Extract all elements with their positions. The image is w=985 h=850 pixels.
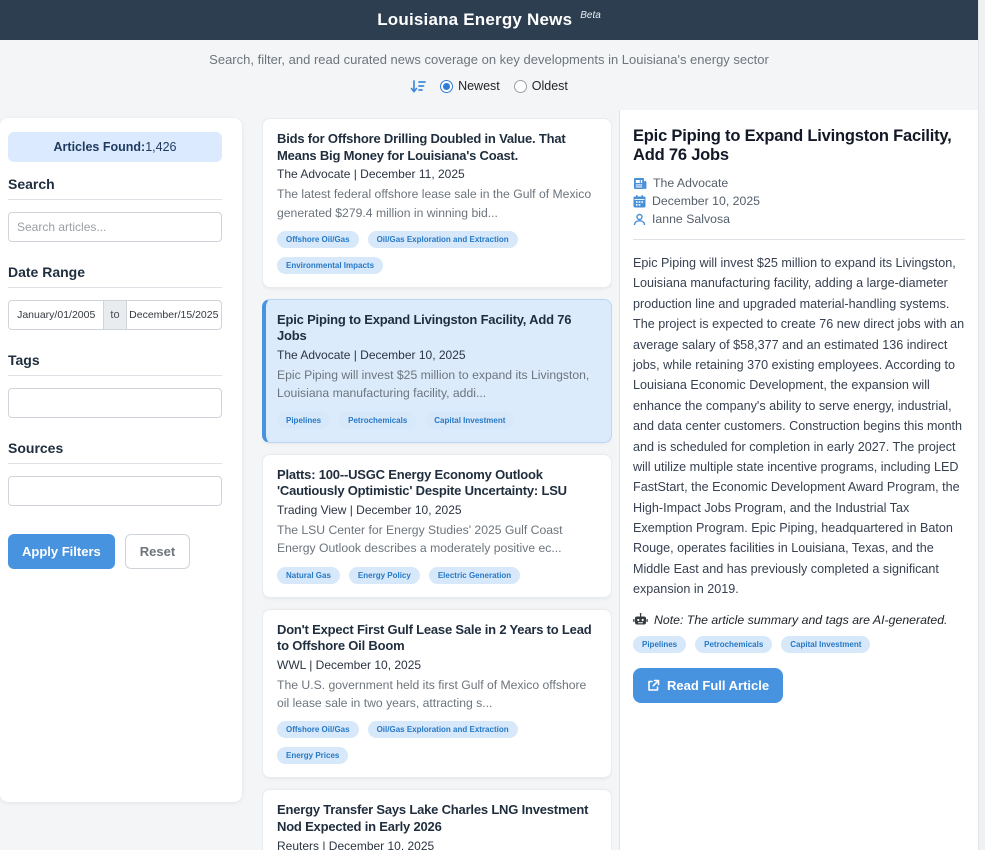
article-title: Bids for Offshore Drilling Doubled in Va… <box>277 131 597 164</box>
article-tag-row: Natural Gas Energy Policy Electric Gener… <box>277 567 597 584</box>
tag-pill: Offshore Oil/Gas <box>277 231 359 248</box>
article-excerpt: Epic Piping will invest $25 million to e… <box>277 366 597 403</box>
page-scrollbar[interactable] <box>978 0 985 850</box>
tag-pill: Environmental Impacts <box>277 257 383 274</box>
sort-descending-icon <box>410 79 426 94</box>
radio-checked-icon <box>440 80 453 93</box>
article-excerpt: The latest federal offshore lease sale i… <box>277 185 597 222</box>
article-tag-row: Offshore Oil/Gas Oil/Gas Exploration and… <box>277 721 597 764</box>
read-full-article-button[interactable]: Read Full Article <box>633 668 783 703</box>
tag-pill: Petrochemicals <box>339 412 416 429</box>
person-icon <box>633 213 646 226</box>
sources-section-label: Sources <box>8 440 222 456</box>
article-source-date: Reuters | December 10, 2025 <box>277 839 597 850</box>
tag-pill: Energy Policy <box>349 567 420 584</box>
search-section-label: Search <box>8 176 222 192</box>
detail-author-row: Ianne Salvosa <box>633 212 965 226</box>
search-input[interactable] <box>8 212 222 242</box>
external-link-icon <box>647 679 660 692</box>
tag-pill: Energy Prices <box>277 747 348 764</box>
date-from-input[interactable] <box>8 300 104 330</box>
tags-input[interactable] <box>8 388 222 418</box>
tag-pill: Electric Generation <box>429 567 520 584</box>
beta-badge: Beta <box>580 10 601 21</box>
article-excerpt: The LSU Center for Energy Studies' 2025 … <box>277 521 597 558</box>
articles-found-label: Articles Found: <box>54 140 146 154</box>
article-source-date: WWL | December 10, 2025 <box>277 658 597 672</box>
tag-pill: Oil/Gas Exploration and Extraction <box>368 231 518 248</box>
article-source-date: Trading View | December 10, 2025 <box>277 503 597 517</box>
divider <box>8 287 222 288</box>
article-source-date: The Advocate | December 10, 2025 <box>277 348 597 362</box>
sort-newest-radio[interactable]: Newest <box>440 79 500 93</box>
calendar-icon <box>633 195 646 208</box>
newspaper-icon <box>633 177 647 190</box>
tag-pill: Pipelines <box>633 636 686 653</box>
detail-source: The Advocate <box>653 176 728 190</box>
detail-tag-row: Pipelines Petrochemicals Capital Investm… <box>633 636 965 653</box>
article-card[interactable]: Energy Transfer Says Lake Charles LNG In… <box>262 789 612 850</box>
robot-icon <box>633 613 648 626</box>
article-list: Bids for Offshore Drilling Doubled in Va… <box>262 118 612 850</box>
divider <box>633 239 965 240</box>
tag-pill: Pipelines <box>277 412 330 429</box>
article-card-selected[interactable]: Epic Piping to Expand Livingston Facilit… <box>262 299 612 443</box>
article-title: Epic Piping to Expand Livingston Facilit… <box>277 312 597 345</box>
article-source-date: The Advocate | December 11, 2025 <box>277 167 597 181</box>
read-full-article-label: Read Full Article <box>667 678 769 693</box>
article-title: Energy Transfer Says Lake Charles LNG In… <box>277 802 597 835</box>
article-tag-row: Pipelines Petrochemicals Capital Investm… <box>277 412 597 429</box>
tag-pill: Oil/Gas Exploration and Extraction <box>368 721 518 738</box>
date-range-section-label: Date Range <box>8 264 222 280</box>
sort-oldest-radio[interactable]: Oldest <box>514 79 568 93</box>
tag-pill: Petrochemicals <box>695 636 772 653</box>
article-excerpt: The U.S. government held its first Gulf … <box>277 676 597 713</box>
radio-unchecked-icon <box>514 80 527 93</box>
articles-found-count: 1,426 <box>145 140 176 154</box>
divider <box>8 463 222 464</box>
date-to-input[interactable] <box>126 300 222 330</box>
detail-author: Ianne Salvosa <box>652 212 730 226</box>
detail-title: Epic Piping to Expand Livingston Facilit… <box>633 127 965 165</box>
article-card[interactable]: Platts: 100--USGC Energy Economy Outlook… <box>262 454 612 598</box>
tag-pill: Natural Gas <box>277 567 340 584</box>
sort-oldest-label: Oldest <box>532 79 568 93</box>
app-title: Louisiana Energy News <box>377 10 572 30</box>
filter-sidebar: Articles Found:1,426 Search Date Range t… <box>0 118 242 802</box>
article-card[interactable]: Bids for Offshore Drilling Doubled in Va… <box>262 118 612 288</box>
detail-meta: The Advocate December 10, 2025 Ianne Sal… <box>633 176 965 226</box>
sort-controls: Newest Oldest <box>0 76 978 96</box>
detail-date: December 10, 2025 <box>652 194 760 208</box>
reset-button[interactable]: Reset <box>125 534 190 569</box>
ai-note-text: Note: The article summary and tags are A… <box>654 613 947 627</box>
tags-section-label: Tags <box>8 352 222 368</box>
tag-pill: Capital Investment <box>781 636 870 653</box>
sort-newest-label: Newest <box>458 79 500 93</box>
article-card[interactable]: Don't Expect First Gulf Lease Sale in 2 … <box>262 609 612 779</box>
article-title: Platts: 100--USGC Energy Economy Outlook… <box>277 467 597 500</box>
apply-filters-button[interactable]: Apply Filters <box>8 534 115 569</box>
article-tag-row: Offshore Oil/Gas Oil/Gas Exploration and… <box>277 231 597 274</box>
detail-summary: Epic Piping will invest $25 million to e… <box>633 253 965 600</box>
ai-note-row: Note: The article summary and tags are A… <box>633 613 965 627</box>
app-header: Louisiana Energy News Beta <box>0 0 978 40</box>
detail-date-row: December 10, 2025 <box>633 194 965 208</box>
tag-pill: Capital Investment <box>425 412 514 429</box>
detail-source-row: The Advocate <box>633 176 965 190</box>
app-subtitle: Search, filter, and read curated news co… <box>0 52 978 67</box>
sources-input[interactable] <box>8 476 222 506</box>
date-range-separator: to <box>104 300 125 330</box>
divider <box>8 199 222 200</box>
articles-found-badge: Articles Found:1,426 <box>8 132 222 162</box>
article-detail-panel: Epic Piping to Expand Livingston Facilit… <box>619 110 978 850</box>
article-title: Don't Expect First Gulf Lease Sale in 2 … <box>277 622 597 655</box>
date-range-group: to <box>8 300 222 330</box>
divider <box>8 375 222 376</box>
tag-pill: Offshore Oil/Gas <box>277 721 359 738</box>
